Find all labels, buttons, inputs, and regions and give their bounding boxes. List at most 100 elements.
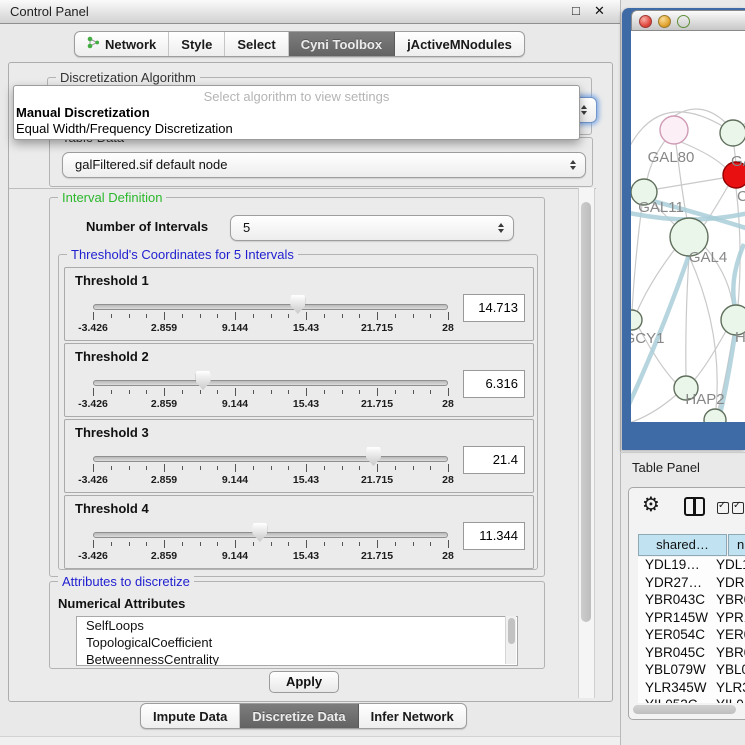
threshold-slider[interactable]: -3.4262.8599.14415.4321.71528 [93, 344, 448, 416]
tick-label: 28 [442, 474, 454, 486]
horizontal-scrollbar[interactable] [632, 704, 742, 715]
tab-impute-data[interactable]: Impute Data [141, 704, 240, 728]
tick-mark [129, 314, 130, 318]
checkbox-icon[interactable] [717, 502, 729, 514]
minimize-traffic-light-icon[interactable] [658, 15, 671, 28]
tick-mark [271, 390, 272, 394]
table-row[interactable]: YBR045CYBR0 [638, 645, 745, 663]
column-header-name[interactable]: n [728, 534, 745, 556]
panel-scrollbar[interactable] [578, 188, 595, 698]
list-scrollbar[interactable] [505, 616, 516, 664]
tick-mark [448, 540, 449, 548]
network-canvas[interactable]: GAL80GACGAL11GAL4GCY1HHAP2 [631, 31, 745, 422]
threshold-slider[interactable]: -3.4262.8599.14415.4321.71528 [93, 420, 448, 492]
network-view-window[interactable]: GAL80GACGAL11GAL4GCY1HHAP2 [622, 8, 745, 450]
tick-mark [448, 464, 449, 472]
tick-mark [146, 390, 147, 394]
slider-track[interactable] [93, 304, 448, 310]
tab-discretize-data[interactable]: Discretize Data [240, 704, 358, 728]
attribute-item-betweennesscentrality[interactable]: BetweennessCentrality [77, 651, 517, 666]
threshold-value-input[interactable]: 6.316 [463, 370, 525, 398]
tick-mark [324, 390, 325, 394]
tick-mark [271, 466, 272, 470]
algorithm-option-manual[interactable]: Manual Discretization [16, 105, 150, 120]
tab-jactivemnodules[interactable]: jActiveMNodules [395, 32, 524, 56]
threshold-box-2: Threshold 2-3.4262.8599.14415.4321.71528… [64, 343, 534, 417]
slider-thumb[interactable] [366, 447, 381, 466]
scrollbar-thumb[interactable] [581, 202, 591, 622]
tick-mark [377, 388, 378, 396]
tick-label: 2.859 [151, 322, 177, 334]
network-window-titlebar[interactable] [631, 10, 745, 31]
columns-icon[interactable] [684, 497, 705, 516]
column-header-shared-name[interactable]: shared… [638, 534, 727, 556]
apply-button[interactable]: Apply [269, 671, 339, 693]
network-node[interactable] [660, 116, 688, 144]
tab-cyni-toolbox[interactable]: Cyni Toolbox [289, 32, 395, 56]
network-node[interactable] [631, 310, 642, 330]
tick-label: -3.426 [78, 474, 108, 486]
tick-mark [111, 390, 112, 394]
threshold-slider[interactable]: -3.4262.8599.14415.4321.71528 [93, 268, 448, 340]
threshold-value-input[interactable]: 11.344 [463, 522, 525, 550]
tab-network[interactable]: Network [75, 32, 169, 56]
algorithm-option-equal-width[interactable]: Equal Width/Frequency Discretization [16, 121, 233, 136]
tick-label: -3.426 [78, 550, 108, 562]
close-traffic-light-icon[interactable] [639, 15, 652, 28]
attribute-item-selfloops[interactable]: SelfLoops [77, 617, 517, 634]
slider-track[interactable] [93, 456, 448, 462]
cell-name: YLR3 [716, 680, 745, 695]
threshold-value-input[interactable]: 21.4 [463, 446, 525, 474]
tab-label: Cyni Toolbox [301, 37, 382, 52]
number-of-intervals-combobox[interactable]: 5 [230, 215, 514, 241]
scrollbar-thumb[interactable] [633, 705, 736, 714]
control-panel-titlebar: Control Panel □ ✕ [0, 0, 620, 24]
tick-mark [359, 542, 360, 546]
table-row[interactable]: YLR345WYLR3 [638, 680, 745, 698]
table-row[interactable]: YPR145WYPR1 [638, 610, 745, 628]
tab-style[interactable]: Style [169, 32, 225, 56]
slider-track[interactable] [93, 380, 448, 386]
table-data-combobox[interactable]: galFiltered.sif default node [62, 152, 586, 178]
tick-mark [146, 314, 147, 318]
network-node[interactable] [720, 120, 745, 146]
zoom-traffic-light-icon[interactable] [677, 15, 690, 28]
slider-thumb[interactable] [196, 371, 211, 390]
threshold-value-input[interactable]: 14.713 [463, 294, 525, 322]
threshold-slider[interactable]: -3.4262.8599.14415.4321.71528 [93, 496, 448, 568]
network-edge [631, 395, 676, 422]
tab-infer-network[interactable]: Infer Network [359, 704, 466, 728]
node-label: GAL4 [689, 249, 727, 266]
node-label: GAL80 [648, 149, 695, 166]
attributes-group: Attributes to discretize Numerical Attri… [49, 581, 545, 669]
checkbox-icon[interactable] [732, 502, 744, 514]
table-row[interactable]: YIL052CYIL0 [638, 697, 745, 703]
slider-thumb[interactable] [290, 295, 305, 314]
group-title: Discretization Algorithm [56, 70, 200, 85]
group-title: Threshold's Coordinates for 5 Intervals [67, 247, 298, 262]
slider-thumb[interactable] [252, 523, 267, 542]
table-row[interactable]: YBL079WYBL0 [638, 662, 745, 680]
table-row[interactable]: YER054CYER0 [638, 627, 745, 645]
tick-mark [235, 312, 236, 320]
table-row[interactable]: YDL19…YDL1 [638, 557, 745, 575]
tick-mark [324, 314, 325, 318]
tick-mark [413, 466, 414, 470]
float-window-icon[interactable]: □ [572, 3, 580, 18]
slider-track[interactable] [93, 532, 448, 538]
table-row[interactable]: YDR27…YDR2 [638, 575, 745, 593]
close-icon[interactable]: ✕ [594, 3, 605, 19]
cell-name: YBL0 [716, 662, 745, 677]
divider [620, 452, 745, 453]
cell-name: YDL1 [716, 557, 745, 572]
tab-select[interactable]: Select [225, 32, 288, 56]
tick-mark [430, 466, 431, 470]
tick-mark [395, 542, 396, 546]
numerical-attributes-list[interactable]: SelfLoopsTopologicalCoefficientBetweenne… [76, 616, 518, 666]
cell-name: YIL0 [716, 697, 744, 703]
table-panel: ⚙ shared… n YDL19…YDL1YDR27…YDR2YBR043CY… [628, 487, 745, 720]
table-row[interactable]: YBR043CYBR0 [638, 592, 745, 610]
tab-label: Impute Data [153, 709, 227, 724]
gear-icon[interactable]: ⚙ [642, 492, 660, 517]
attribute-item-topologicalcoefficient[interactable]: TopologicalCoefficient [77, 634, 517, 651]
